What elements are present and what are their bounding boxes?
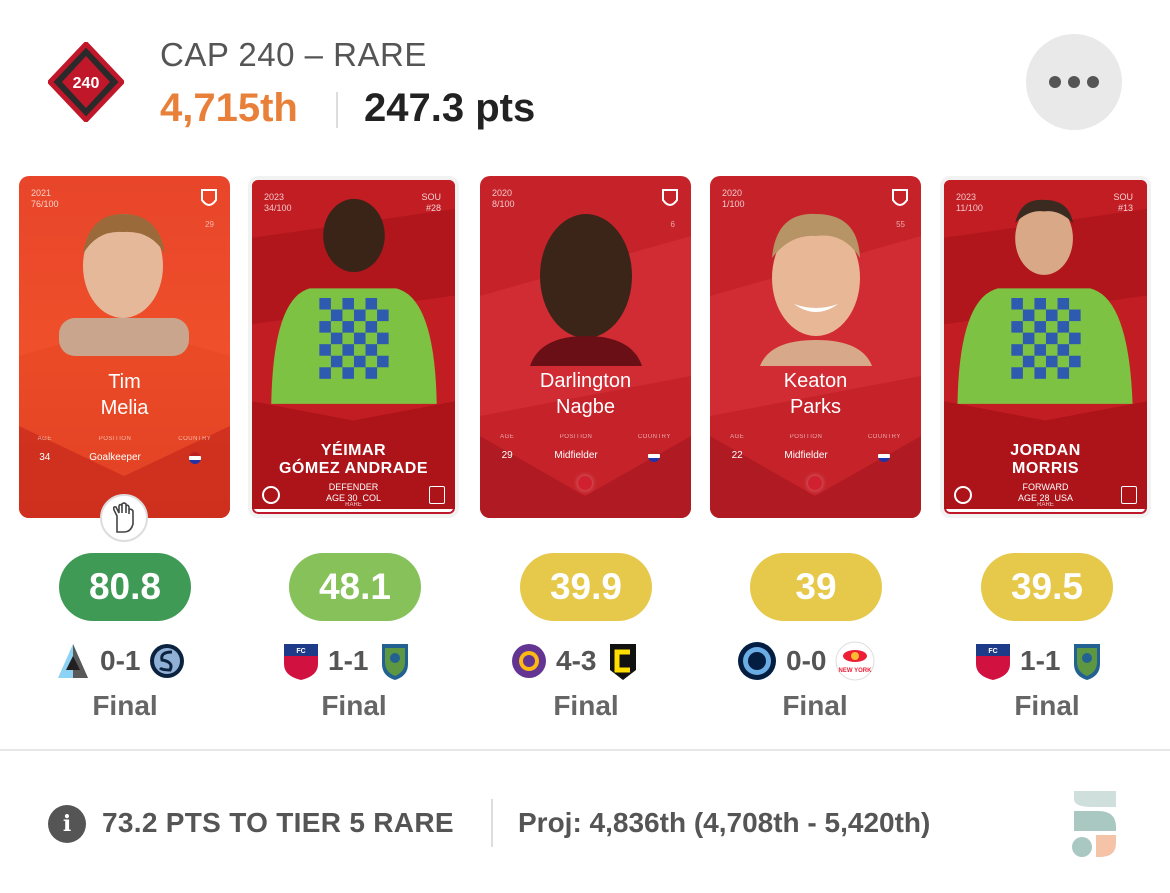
projection-footer: i 73.2 PTS TO TIER 5 RARE Proj: 4,836th … xyxy=(0,751,1170,893)
star-badge-icon xyxy=(954,486,972,504)
player-last-name: GÓMEZ ANDRADE xyxy=(278,460,428,477)
match-status: Final xyxy=(553,690,619,721)
minnesota-united-logo-icon xyxy=(58,644,88,678)
match-status: Final xyxy=(1014,690,1080,721)
svg-text:FC: FC xyxy=(988,648,997,655)
rarity-gem-icon xyxy=(808,476,822,490)
usa-flag-icon xyxy=(188,452,201,464)
match-status: Final xyxy=(782,690,848,721)
player-first-name: Darlington xyxy=(539,370,632,392)
player-photo xyxy=(530,214,642,366)
svg-text:NEW YORK: NEW YORK xyxy=(839,668,873,674)
player-card-keaton-parks[interactable]: 2020 1/100 55 Keaton Parks AGE 22 POSITION… xyxy=(710,176,921,518)
player-last-name: Melia xyxy=(100,397,149,419)
competition-title: CAP 240 – RARE xyxy=(160,36,427,73)
player-score-badge: 39 xyxy=(750,553,882,621)
header-separator xyxy=(336,92,338,128)
ny-red-bulls-logo-icon: NEW YORK xyxy=(835,641,875,681)
fc-dallas-logo-icon: FC xyxy=(976,644,1010,680)
match-result[interactable]: 0-1 xyxy=(54,638,186,684)
nycfc-logo-icon xyxy=(738,642,776,680)
player-last-name: Parks xyxy=(789,396,842,418)
fc-dallas-logo-icon: FC xyxy=(284,644,318,680)
player-score-badge: 39.9 xyxy=(520,553,652,621)
rank-value: 4,715th xyxy=(160,86,298,130)
player-first-name: Keaton xyxy=(783,370,848,392)
svg-text:FC: FC xyxy=(296,648,305,655)
match-status: Final xyxy=(321,690,387,721)
player-card-jordan-morris[interactable]: 2023 11/100 SOU #13 JORDAN MORRIS FORWARD … xyxy=(940,176,1151,518)
columbus-crew-logo-icon xyxy=(610,644,637,680)
projection-text: Proj: 4,836th (4,708th - 5,420th) xyxy=(518,807,931,838)
player-photo xyxy=(59,214,189,356)
match-result[interactable]: 4-3 xyxy=(510,638,642,684)
match-result[interactable]: FC 1-1 xyxy=(282,638,414,684)
player-position: DEFENDER xyxy=(328,482,379,492)
tier-progress-text: 73.2 PTS TO TIER 5 RARE xyxy=(102,807,454,838)
rarity-label: RARE xyxy=(1037,502,1054,508)
more-horizontal-icon xyxy=(1049,76,1061,88)
points-value: 247.3 pts xyxy=(364,86,536,130)
player-first-name: YÉIMAR xyxy=(320,442,387,459)
rarity-gem-icon xyxy=(578,476,592,490)
usa-flag-icon xyxy=(878,450,891,462)
player-last-name: MORRIS xyxy=(1012,460,1079,477)
player-first-name: JORDAN xyxy=(1010,442,1081,459)
svg-text:240: 240 xyxy=(73,75,100,92)
player-card-yeimar-gomez-andrade[interactable]: 2023 34/100 SOU #28 YÉIMAR GÓMEZ ANDRADE D… xyxy=(248,176,459,518)
goalkeeper-glove-icon xyxy=(100,494,148,542)
rarity-label: RARE xyxy=(345,502,362,508)
match-result[interactable]: FC 1-1 xyxy=(974,638,1106,684)
sorare-data-logo-icon xyxy=(1072,791,1116,857)
lineup-header: 240 CAP 240 – RARE 4,715th 247.3 pts xyxy=(0,0,1170,160)
player-photo xyxy=(760,213,872,366)
player-photo xyxy=(271,198,437,404)
more-options-button[interactable] xyxy=(1026,34,1122,130)
competition-logo-icon: 240 xyxy=(48,42,124,122)
mls-badge-icon xyxy=(1121,486,1137,504)
info-icon[interactable]: i xyxy=(48,805,86,843)
mls-badge-icon xyxy=(429,486,445,504)
seattle-sounders-logo-icon xyxy=(382,644,409,680)
player-card-tim-melia[interactable]: 2021 76/100 29 Tim Melia AGE 34 POSITION Go… xyxy=(19,176,230,518)
player-position: FORWARD xyxy=(1022,482,1069,492)
player-first-name: Tim xyxy=(108,371,141,393)
match-result[interactable]: 0-0 NEW YORK xyxy=(736,638,876,684)
player-score-badge: 80.8 xyxy=(59,553,191,621)
orlando-city-logo-icon xyxy=(512,644,546,678)
seattle-sounders-logo-icon xyxy=(1074,644,1101,680)
match-status: Final xyxy=(92,690,158,721)
footer-separator xyxy=(491,799,493,847)
player-score-badge: 48.1 xyxy=(289,553,421,621)
player-photo xyxy=(957,199,1133,404)
star-badge-icon xyxy=(262,486,280,504)
player-card-darlington-nagbe[interactable]: 2020 8/100 6 Darlington Nagbe AGE 29 POSIT… xyxy=(480,176,691,518)
player-last-name: Nagbe xyxy=(556,396,615,418)
player-score-badge: 39.5 xyxy=(981,553,1113,621)
sporting-kc-logo-icon xyxy=(150,644,185,678)
usa-flag-icon xyxy=(648,450,661,462)
